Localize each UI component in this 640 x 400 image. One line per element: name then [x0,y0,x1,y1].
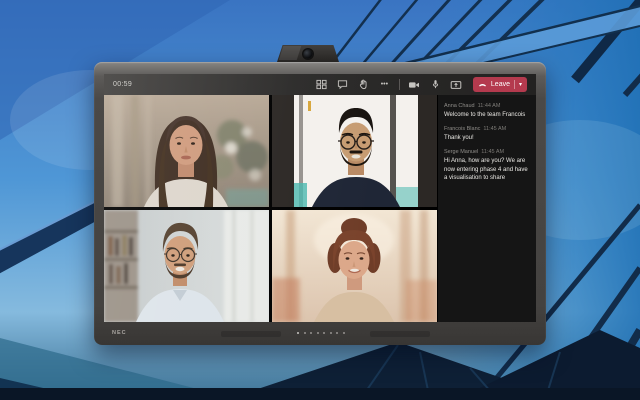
screen: 00:59 [104,74,536,322]
chat-message: Anna Chaud11:44 AM Welcome to the team F… [444,103,530,119]
gallery-icon[interactable] [315,78,328,91]
leave-divider [514,80,515,89]
participant-video-4[interactable] [272,210,437,322]
share-screen-icon[interactable] [450,78,463,91]
chevron-down-icon: ▾ [519,82,522,88]
chat-message: Serge Manuel11:45 AM Hi Anna, how are yo… [444,149,530,183]
webcam [277,45,339,62]
monitor: 00:59 [94,62,546,345]
microphone-icon[interactable] [429,78,442,91]
monitor-control-buttons[interactable] [297,332,345,334]
chat-time: 11:44 AM [478,103,501,109]
camera-icon[interactable] [408,78,421,91]
hang-up-icon [478,80,487,89]
toolbar-divider [399,79,400,90]
call-main: Anna Chaud11:44 AM Welcome to the team F… [104,95,536,322]
leave-label: Leave [491,81,510,88]
call-toolbar: 00:59 [104,74,536,95]
chat-panel[interactable]: Anna Chaud11:44 AM Welcome to the team F… [437,95,536,322]
call-timer: 00:59 [113,81,132,88]
raise-hand-icon[interactable] [357,78,370,91]
chat-icon[interactable] [336,78,349,91]
chat-author: Serge Manuel [444,149,478,155]
chat-time: 11:45 AM [481,149,504,155]
chat-time: 11:45 AM [483,126,506,132]
scene: 00:59 [0,0,640,400]
chat-text: Welcome to the team Francois [444,111,530,120]
chat-author: Anna Chaud [444,103,475,109]
chat-text: Thank you! [444,134,530,143]
participant-video-2[interactable] [272,95,437,207]
webcam-lens [304,49,313,58]
webcam-facet [279,46,302,60]
chat-text: Hi Anna, how are you? We are now enterin… [444,157,530,183]
leave-button[interactable]: Leave ▾ [473,77,527,92]
monitor-bottom-bezel: NEC [104,326,536,342]
chat-message: Francois Blanc11:45 AM Thank you! [444,126,530,142]
brand-logo: NEC [112,330,127,336]
participant-video-1[interactable] [104,95,269,207]
speaker-grille-left [221,331,281,337]
more-icon[interactable]: ••• [378,78,391,91]
toolbar-icons: ••• [315,77,527,92]
participant-video-3[interactable] [104,210,269,322]
chat-author: Francois Blanc [444,126,480,132]
video-grid [104,95,437,322]
speaker-grille-right [370,331,430,337]
